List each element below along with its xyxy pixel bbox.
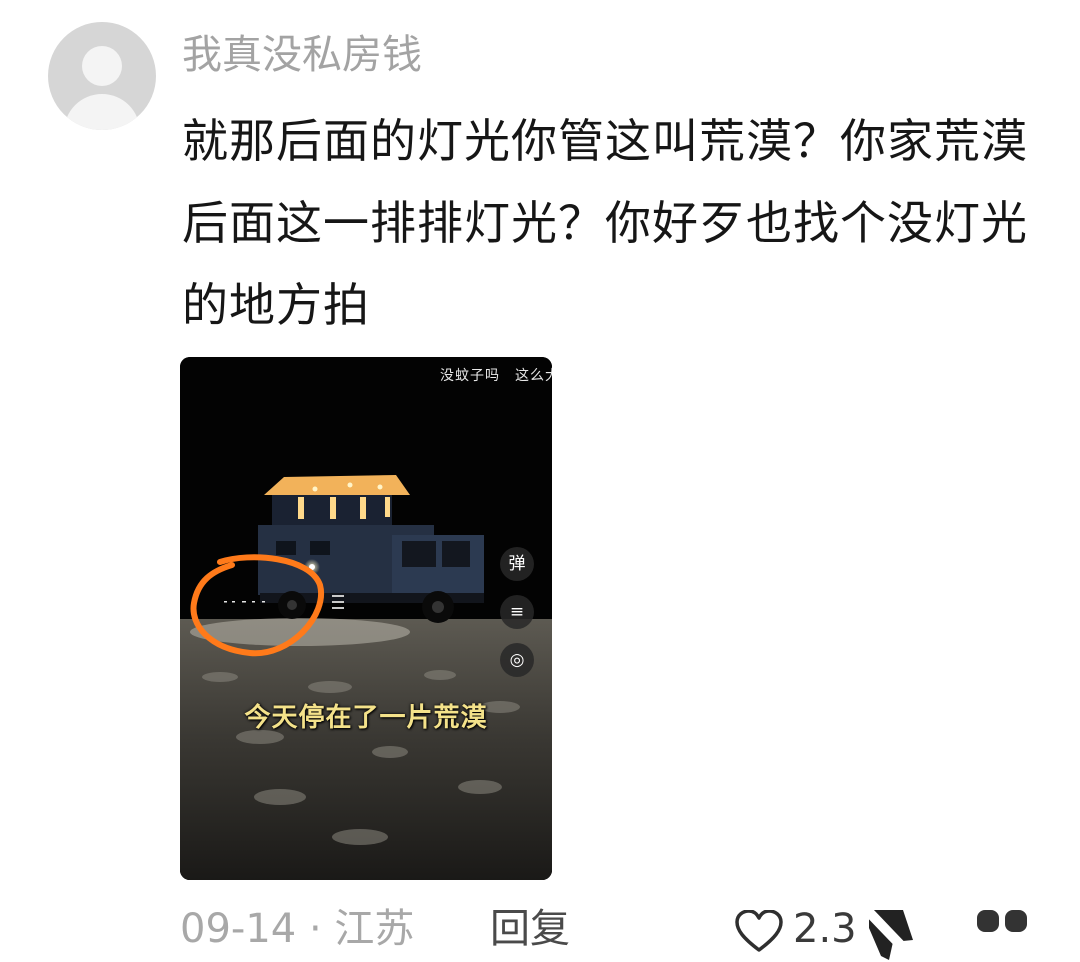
avatar[interactable] — [48, 22, 156, 130]
video-subtitle: 今天停在了一片荒漠 — [244, 703, 488, 733]
comment-text: 就那后面的灯光你管这叫荒漠？你家荒漠后面这一排排灯光？你好歹也找个没灯光的地方拍 — [182, 114, 1028, 332]
thumbs-down-icon[interactable] — [863, 906, 915, 962]
comment-image[interactable]: 没蚊子吗 这么大 弹 ≡ ◎ 今天停在了一片荒漠 — [180, 357, 552, 880]
reply-button[interactable]: 回复 — [490, 900, 570, 958]
date-location: 09-14 · 江苏 — [180, 906, 415, 952]
night-camper-scene — [180, 357, 552, 880]
video-overlay-text: 没蚊子吗 这么大 — [440, 368, 552, 384]
avatar-body-shape — [64, 94, 140, 130]
comment-item: 我真没私房钱 就那后面的灯光你管这叫荒漠？你家荒漠后面这一排排灯光？你好歹也找个… — [0, 0, 1080, 962]
video-side-controls: 弹 ≡ ◎ — [500, 547, 536, 691]
menu-icon[interactable]: ≡ — [500, 595, 534, 629]
headphones-icon[interactable]: ◎ — [500, 643, 534, 677]
more-icon[interactable] — [965, 906, 1035, 962]
username[interactable]: 我真没私房钱 — [182, 28, 422, 82]
like-count: 2.3 — [793, 906, 857, 952]
heart-outline-icon[interactable] — [735, 910, 783, 954]
danmaku-button[interactable]: 弹 — [500, 547, 534, 581]
avatar-head-shape — [82, 46, 122, 86]
reaction-bar: 2.3 — [735, 900, 1080, 962]
